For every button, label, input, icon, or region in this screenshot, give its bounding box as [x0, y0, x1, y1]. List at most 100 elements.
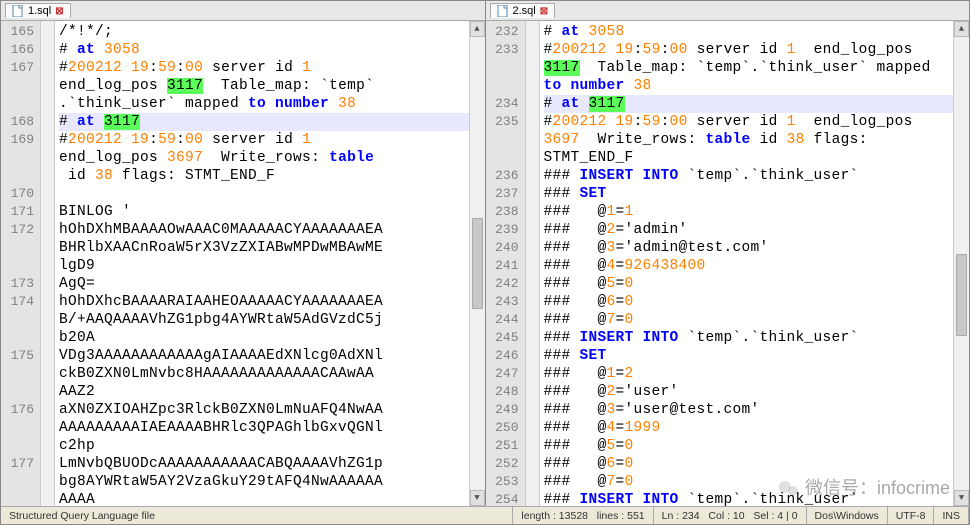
code-line[interactable]: ### SET	[544, 185, 966, 203]
code-line[interactable]: ### @7=0	[544, 473, 966, 491]
code-line[interactable]: hOhDXhMBAAAAOwAAAC0MAAAAACYAAAAAAAEA	[59, 221, 481, 239]
code-line[interactable]: 3117 Table_map: `temp`.`think_user` mapp…	[544, 59, 966, 77]
scroll-down-icon[interactable]: ▼	[954, 490, 969, 506]
code-line[interactable]: ### @4=1999	[544, 419, 966, 437]
file-icon	[12, 5, 24, 17]
code-line[interactable]: AAAAAAAAAIAEAAAABHRlc3QPAGhlbGxvQGNl	[59, 419, 481, 437]
code-line[interactable]: ### INSERT INTO `temp`.`think_user`	[544, 329, 966, 347]
split-panes: 1.sql ⊠ 165166167 168169 170171172 17317…	[1, 1, 969, 506]
code-line[interactable]: AAZ2	[59, 383, 481, 401]
code-line[interactable]: hOhDXhcBAAAARAIAAHEOAAAAACYAAAAAAAEA	[59, 293, 481, 311]
line-number: 253	[490, 473, 519, 491]
line-number	[490, 77, 519, 95]
scroll-up-icon[interactable]: ▲	[470, 21, 485, 37]
code-line[interactable]: ### @2='admin'	[544, 221, 966, 239]
code-line[interactable]: bg8AYWRtaW5AY2VzaGkuY29tAFQ4NwAAAAAA	[59, 473, 481, 491]
code-line[interactable]: #200212 19:59:00 server id 1 end_log_pos	[544, 41, 966, 59]
code-line[interactable]: # at 3117	[544, 95, 966, 113]
scroll-up-icon[interactable]: ▲	[954, 21, 969, 37]
status-mode: INS	[934, 507, 969, 524]
code-line[interactable]: ### @6=0	[544, 293, 966, 311]
line-number: 238	[490, 203, 519, 221]
line-gutter: 165166167 168169 170171172 173174 175 17…	[1, 21, 41, 506]
code-line[interactable]: ### @5=0	[544, 275, 966, 293]
line-number: 174	[5, 293, 34, 311]
code-line[interactable]: end_log_pos 3697 Write_rows: table	[59, 149, 481, 167]
code-line[interactable]: # at 3117	[59, 113, 481, 131]
code-line[interactable]: lgD9	[59, 257, 481, 275]
editor-window: 1.sql ⊠ 165166167 168169 170171172 17317…	[0, 0, 970, 525]
line-number	[5, 77, 34, 95]
code-line[interactable]: #200212 19:59:00 server id 1	[59, 131, 481, 149]
code-line[interactable]: BHRlbXAACnRoaW5rX3VzZXIABwMPDwMBAwME	[59, 239, 481, 257]
code-line[interactable]: LmNvbQBUODcAAAAAAAAAAACABQAAAAVhZG1p	[59, 455, 481, 473]
line-number: 234	[490, 95, 519, 113]
status-position: Ln : 234 Col : 10 Sel : 4 | 0	[654, 507, 807, 524]
code-line[interactable]: ### @6=0	[544, 455, 966, 473]
left-editor[interactable]: 165166167 168169 170171172 173174 175 17…	[1, 21, 485, 506]
code-line[interactable]: ckB0ZXN0LmNvbc8HAAAAAAAAAAAAACAAwAA	[59, 365, 481, 383]
code-line[interactable]: # at 3058	[59, 41, 481, 59]
code-area[interactable]: /*!*/;# at 3058#200212 19:59:00 server i…	[55, 21, 485, 506]
code-line[interactable]: B/+AAQAAAAVhZG1pbg4AYWRtaW5AdGVzdC5j	[59, 311, 481, 329]
line-number: 233	[490, 41, 519, 59]
code-line[interactable]: ### @2='user'	[544, 383, 966, 401]
line-number	[5, 329, 34, 347]
tab-right[interactable]: 2.sql ⊠	[490, 3, 556, 18]
right-tabbar: 2.sql ⊠	[486, 1, 970, 21]
line-number: 242	[490, 275, 519, 293]
code-line[interactable]: 3697 Write_rows: table id 38 flags:	[544, 131, 966, 149]
scroll-down-icon[interactable]: ▼	[470, 490, 485, 506]
line-number	[5, 437, 34, 455]
line-number	[5, 419, 34, 437]
line-number: 166	[5, 41, 34, 59]
code-line[interactable]: VDg3AAAAAAAAAAAAgAIAAAAEdXNlcg0AdXNl	[59, 347, 481, 365]
line-number: 249	[490, 401, 519, 419]
close-icon[interactable]: ⊠	[55, 6, 63, 17]
code-line[interactable]	[59, 185, 481, 203]
status-eol: Dos\Windows	[807, 507, 888, 524]
code-line[interactable]: end_log_pos 3117 Table_map: `temp`	[59, 77, 481, 95]
code-line[interactable]: id 38 flags: STMT_END_F	[59, 167, 481, 185]
code-line[interactable]: BINLOG '	[59, 203, 481, 221]
left-tabbar: 1.sql ⊠	[1, 1, 485, 21]
code-line[interactable]: AAAA	[59, 491, 481, 506]
code-line[interactable]: aXN0ZXIOAHZpc3RlckB0ZXN0LmNuAFQ4NwAA	[59, 401, 481, 419]
code-line[interactable]: AgQ=	[59, 275, 481, 293]
code-line[interactable]: ### @1=1	[544, 203, 966, 221]
code-line[interactable]: b20A	[59, 329, 481, 347]
file-icon	[497, 5, 509, 17]
line-number: 168	[5, 113, 34, 131]
tab-left[interactable]: 1.sql ⊠	[5, 3, 71, 18]
code-line[interactable]: ### @4=926438400	[544, 257, 966, 275]
close-icon[interactable]: ⊠	[540, 6, 548, 17]
code-line[interactable]: #200212 19:59:00 server id 1 end_log_pos	[544, 113, 966, 131]
code-area[interactable]: # at 3058#200212 19:59:00 server id 1 en…	[540, 21, 970, 506]
line-number	[5, 257, 34, 275]
code-line[interactable]: STMT_END_F	[544, 149, 966, 167]
code-line[interactable]: #200212 19:59:00 server id 1	[59, 59, 481, 77]
code-line[interactable]: ### @3='admin@test.com'	[544, 239, 966, 257]
code-line[interactable]: ### SET	[544, 347, 966, 365]
code-line[interactable]: to number 38	[544, 77, 966, 95]
code-line[interactable]: ### @1=2	[544, 365, 966, 383]
code-line[interactable]: c2hp	[59, 437, 481, 455]
code-line[interactable]: .`think_user` mapped to number 38	[59, 95, 481, 113]
code-line[interactable]: ### INSERT INTO `temp`.`think_user`	[544, 167, 966, 185]
scrollbar-vertical[interactable]: ▲ ▼	[469, 21, 485, 506]
line-number: 175	[5, 347, 34, 365]
code-line[interactable]: ### INSERT INTO `temp`.`think_user`	[544, 491, 966, 506]
code-line[interactable]: ### @5=0	[544, 437, 966, 455]
status-encoding: UTF-8	[888, 507, 935, 524]
line-number: 176	[5, 401, 34, 419]
statusbar: Structured Query Language file length : …	[1, 506, 969, 524]
code-line[interactable]: ### @3='user@test.com'	[544, 401, 966, 419]
code-line[interactable]: ### @7=0	[544, 311, 966, 329]
code-line[interactable]: # at 3058	[544, 23, 966, 41]
right-editor[interactable]: 232233 234235 23623723823924024124224324…	[486, 21, 970, 506]
scrollbar-vertical[interactable]: ▲ ▼	[953, 21, 969, 506]
line-number	[5, 473, 34, 491]
code-line[interactable]: /*!*/;	[59, 23, 481, 41]
left-pane: 1.sql ⊠ 165166167 168169 170171172 17317…	[1, 1, 486, 506]
line-number: 170	[5, 185, 34, 203]
